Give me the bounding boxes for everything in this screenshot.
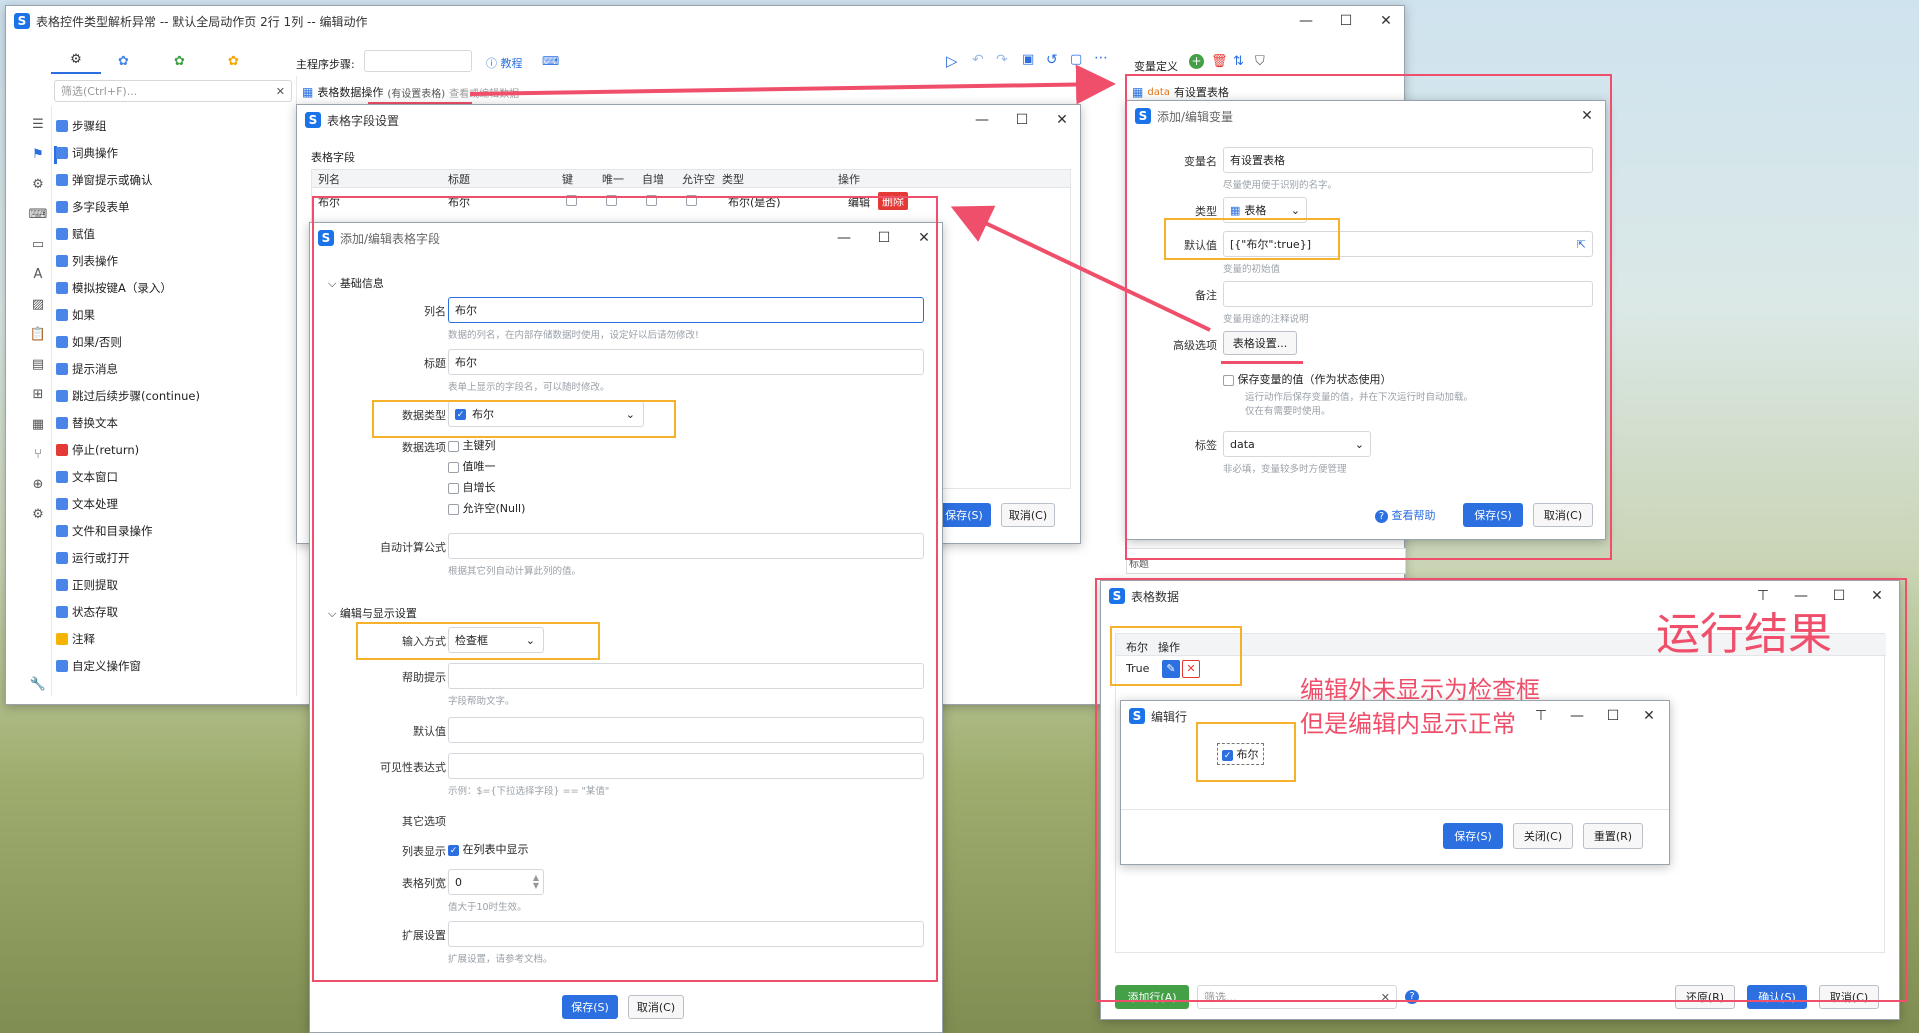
note-annotation-1: 编辑外未显示为检查框	[1300, 676, 1540, 704]
arrow-to-field-settings	[950, 205, 1211, 332]
result-annotation: 运行结果	[1656, 609, 1832, 660]
annotation-arrows	[469, 64, 1211, 332]
arrow-to-variable	[469, 64, 1116, 105]
note-annotation-2: 但是编辑内显示正常	[1300, 710, 1516, 738]
